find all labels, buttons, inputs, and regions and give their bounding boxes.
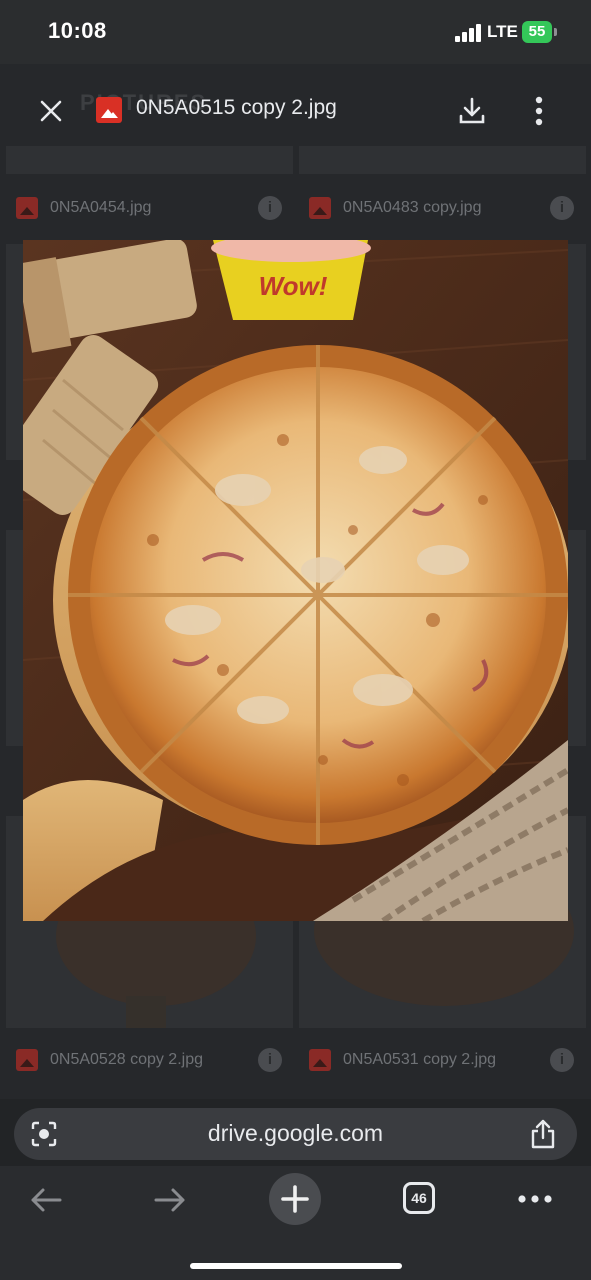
- download-button[interactable]: [455, 94, 489, 128]
- forward-arrow-icon: [154, 1188, 185, 1212]
- file-name: 0N5A0528 copy 2.jpg: [50, 1051, 203, 1068]
- image-file-icon: [309, 197, 331, 219]
- close-button[interactable]: [32, 92, 70, 130]
- file-name: 0N5A0483 copy.jpg: [343, 199, 482, 216]
- plus-icon: [281, 1185, 309, 1213]
- battery-tip: [554, 28, 557, 36]
- home-indicator[interactable]: [190, 1263, 402, 1269]
- share-button[interactable]: [528, 1118, 558, 1150]
- image-file-icon: [16, 1049, 38, 1071]
- info-icon[interactable]: i: [550, 1048, 574, 1072]
- file-label-row[interactable]: 0N5A0483 copy.jpg: [309, 188, 481, 228]
- forward-button[interactable]: [152, 1186, 188, 1214]
- more-options-button[interactable]: [524, 94, 554, 128]
- battery-indicator: 55: [522, 21, 552, 43]
- info-icon[interactable]: i: [258, 196, 282, 220]
- network-type: LTE: [487, 22, 518, 41]
- url-text[interactable]: drive.google.com: [0, 1120, 591, 1147]
- file-title: 0N5A0515 copy 2.jpg: [136, 96, 337, 119]
- back-arrow-icon: [31, 1188, 62, 1212]
- signal-strength-icon: [455, 24, 483, 42]
- new-tab-button[interactable]: [269, 1173, 321, 1225]
- download-icon: [459, 97, 485, 124]
- file-label-row[interactable]: 0N5A0454.jpg: [16, 188, 151, 228]
- info-icon[interactable]: i: [550, 196, 574, 220]
- file-label-row[interactable]: 0N5A0528 copy 2.jpg: [16, 1040, 203, 1080]
- file-label-row[interactable]: 0N5A0531 copy 2.jpg: [309, 1040, 496, 1080]
- image-file-icon: [309, 1049, 331, 1071]
- share-icon: [531, 1119, 555, 1149]
- close-icon: [40, 100, 62, 122]
- tab-switcher-button[interactable]: 46: [403, 1182, 435, 1214]
- browser-menu-button[interactable]: [517, 1190, 553, 1208]
- image-preview[interactable]: Wow!: [23, 240, 568, 921]
- info-icon[interactable]: i: [258, 1048, 282, 1072]
- more-horiz-icon: [518, 1195, 552, 1203]
- image-file-icon: [96, 97, 122, 123]
- image-file-icon: [16, 197, 38, 219]
- status-time: 10:08: [48, 18, 107, 43]
- svg-text:Wow!: Wow!: [259, 271, 328, 301]
- pizza-photo: Wow!: [23, 240, 568, 921]
- file-name: 0N5A0531 copy 2.jpg: [343, 1051, 496, 1068]
- more-vert-icon: [535, 96, 543, 126]
- file-name: 0N5A0454.jpg: [50, 199, 152, 216]
- file-thumbnail: [299, 146, 586, 174]
- file-thumbnail: [6, 146, 293, 174]
- back-button[interactable]: [28, 1186, 64, 1214]
